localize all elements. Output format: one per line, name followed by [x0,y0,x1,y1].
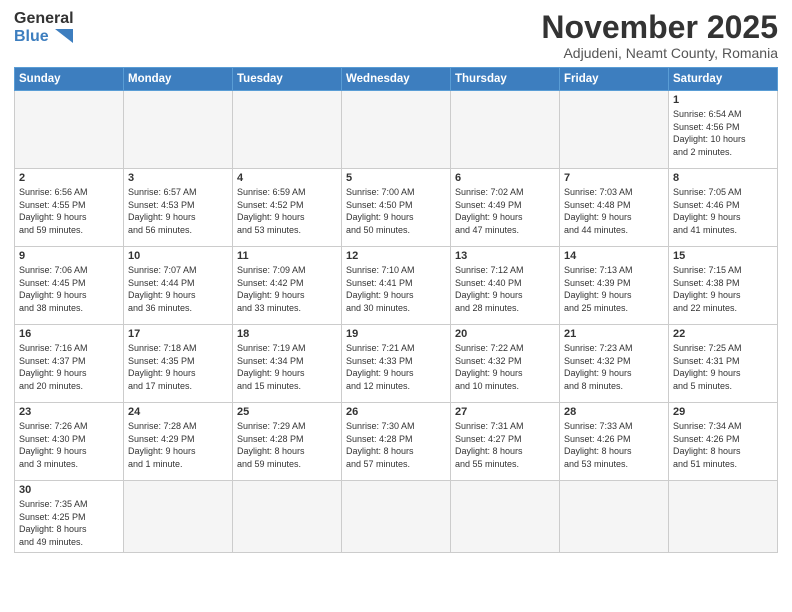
col-saturday: Saturday [669,68,778,91]
day-8: 8 Sunrise: 7:05 AMSunset: 4:46 PMDayligh… [669,169,778,247]
day-18: 18 Sunrise: 7:19 AMSunset: 4:34 PMDaylig… [233,325,342,403]
page-header: General Blue November 2025 Adjudeni, Nea… [14,10,778,61]
day-16: 16 Sunrise: 7:16 AMSunset: 4:37 PMDaylig… [15,325,124,403]
title-block: November 2025 Adjudeni, Neamt County, Ro… [541,10,778,61]
day-22: 22 Sunrise: 7:25 AMSunset: 4:31 PMDaylig… [669,325,778,403]
day-1: 1 Sunrise: 6:54 AMSunset: 4:56 PMDayligh… [669,91,778,169]
day-24: 24 Sunrise: 7:28 AMSunset: 4:29 PMDaylig… [124,403,233,481]
empty-cell [342,481,451,552]
day-20: 20 Sunrise: 7:22 AMSunset: 4:32 PMDaylig… [451,325,560,403]
day-15: 15 Sunrise: 7:15 AMSunset: 4:38 PMDaylig… [669,247,778,325]
day-13: 13 Sunrise: 7:12 AMSunset: 4:40 PMDaylig… [451,247,560,325]
calendar-header-row: Sunday Monday Tuesday Wednesday Thursday… [15,68,778,91]
empty-cell [560,481,669,552]
day-4: 4 Sunrise: 6:59 AMSunset: 4:52 PMDayligh… [233,169,342,247]
empty-cell [233,481,342,552]
day-10: 10 Sunrise: 7:07 AMSunset: 4:44 PMDaylig… [124,247,233,325]
calendar-row-4: 16 Sunrise: 7:16 AMSunset: 4:37 PMDaylig… [15,325,778,403]
col-wednesday: Wednesday [342,68,451,91]
day-26: 26 Sunrise: 7:30 AMSunset: 4:28 PMDaylig… [342,403,451,481]
empty-cell [233,91,342,169]
logo-text: General Blue [14,10,74,45]
calendar-row-3: 9 Sunrise: 7:06 AMSunset: 4:45 PMDayligh… [15,247,778,325]
day-7: 7 Sunrise: 7:03 AMSunset: 4:48 PMDayligh… [560,169,669,247]
day-14: 14 Sunrise: 7:13 AMSunset: 4:39 PMDaylig… [560,247,669,325]
col-thursday: Thursday [451,68,560,91]
empty-cell [342,91,451,169]
empty-cell [669,481,778,552]
day-2: 2 Sunrise: 6:56 AMSunset: 4:55 PMDayligh… [15,169,124,247]
col-sunday: Sunday [15,68,124,91]
empty-cell [124,91,233,169]
empty-cell [560,91,669,169]
col-friday: Friday [560,68,669,91]
calendar-row-6: 30 Sunrise: 7:35 AMSunset: 4:25 PMDaylig… [15,481,778,552]
calendar-table: Sunday Monday Tuesday Wednesday Thursday… [14,67,778,552]
day-28: 28 Sunrise: 7:33 AMSunset: 4:26 PMDaylig… [560,403,669,481]
day-27: 27 Sunrise: 7:31 AMSunset: 4:27 PMDaylig… [451,403,560,481]
day-21: 21 Sunrise: 7:23 AMSunset: 4:32 PMDaylig… [560,325,669,403]
day-25: 25 Sunrise: 7:29 AMSunset: 4:28 PMDaylig… [233,403,342,481]
day-30: 30 Sunrise: 7:35 AMSunset: 4:25 PMDaylig… [15,481,124,552]
logo: General Blue [14,10,74,45]
calendar-row-1: 1 Sunrise: 6:54 AMSunset: 4:56 PMDayligh… [15,91,778,169]
day-6: 6 Sunrise: 7:02 AMSunset: 4:49 PMDayligh… [451,169,560,247]
day-12: 12 Sunrise: 7:10 AMSunset: 4:41 PMDaylig… [342,247,451,325]
location-subtitle: Adjudeni, Neamt County, Romania [541,45,778,61]
day-29: 29 Sunrise: 7:34 AMSunset: 4:26 PMDaylig… [669,403,778,481]
empty-cell [15,91,124,169]
day-3: 3 Sunrise: 6:57 AMSunset: 4:53 PMDayligh… [124,169,233,247]
calendar-row-5: 23 Sunrise: 7:26 AMSunset: 4:30 PMDaylig… [15,403,778,481]
col-tuesday: Tuesday [233,68,342,91]
logo-triangle-icon [55,29,73,43]
calendar-row-2: 2 Sunrise: 6:56 AMSunset: 4:55 PMDayligh… [15,169,778,247]
day-19: 19 Sunrise: 7:21 AMSunset: 4:33 PMDaylig… [342,325,451,403]
empty-cell [451,91,560,169]
col-monday: Monday [124,68,233,91]
day-23: 23 Sunrise: 7:26 AMSunset: 4:30 PMDaylig… [15,403,124,481]
empty-cell [124,481,233,552]
day-11: 11 Sunrise: 7:09 AMSunset: 4:42 PMDaylig… [233,247,342,325]
day-9: 9 Sunrise: 7:06 AMSunset: 4:45 PMDayligh… [15,247,124,325]
day-5: 5 Sunrise: 7:00 AMSunset: 4:50 PMDayligh… [342,169,451,247]
month-title: November 2025 [541,10,778,45]
day-17: 17 Sunrise: 7:18 AMSunset: 4:35 PMDaylig… [124,325,233,403]
empty-cell [451,481,560,552]
